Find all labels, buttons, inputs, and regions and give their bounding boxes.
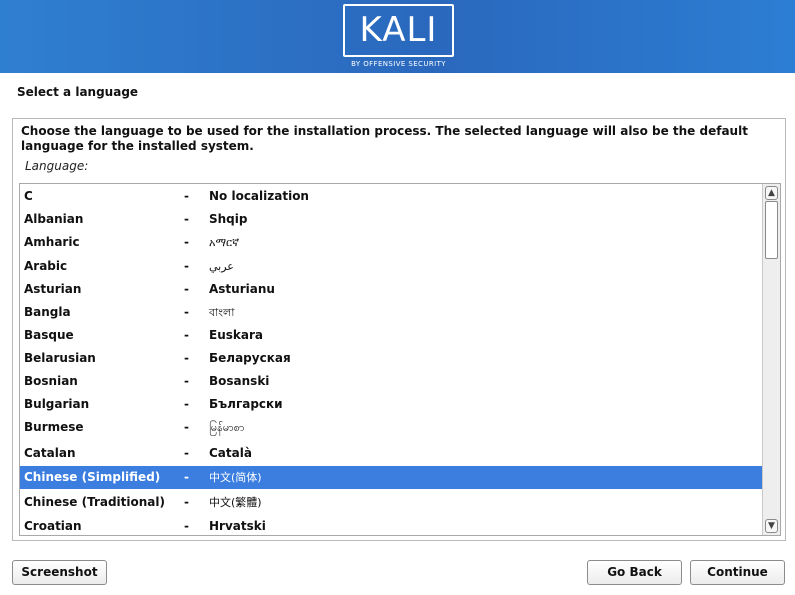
language-native-name: Euskara	[209, 328, 263, 342]
language-native-name: عربي	[209, 260, 234, 273]
language-separator: -	[184, 282, 189, 296]
language-separator: -	[184, 305, 189, 319]
language-native-name: Беларуская	[209, 351, 291, 365]
go-back-button[interactable]: Go Back	[587, 560, 682, 585]
language-native-name: አማርኛ	[209, 236, 240, 249]
language-native-name: Asturianu	[209, 282, 275, 296]
continue-button[interactable]: Continue	[690, 560, 785, 585]
language-name: Burmese	[24, 420, 84, 434]
language-name: C	[24, 189, 33, 203]
language-row[interactable]: C - No localization	[20, 185, 762, 208]
language-name: Amharic	[24, 235, 80, 249]
language-separator: -	[184, 259, 189, 273]
language-row[interactable]: Amharic - አማርኛ	[20, 231, 762, 254]
language-row[interactable]: Catalan - Català	[20, 442, 762, 465]
header-banner: KALI BY OFFENSIVE SECURITY	[0, 0, 795, 73]
language-native-name: 中文(简体)	[209, 471, 262, 484]
language-native-name: Shqip	[209, 212, 248, 226]
page-title: Select a language	[17, 85, 139, 99]
language-native-name: 中文(繁體)	[209, 496, 262, 509]
language-native-name: Català	[209, 446, 252, 460]
vertical-scrollbar[interactable]: ▲ ▼	[762, 184, 780, 535]
scroll-thumb[interactable]	[765, 201, 778, 259]
language-separator: -	[184, 189, 189, 203]
language-name: Basque	[24, 328, 74, 342]
language-separator: -	[184, 351, 189, 365]
language-row[interactable]: Bosnian - Bosanski	[20, 370, 762, 393]
language-row[interactable]: Basque - Euskara	[20, 324, 762, 347]
language-name: Croatian	[24, 519, 82, 533]
language-list[interactable]: ▲ ▼ C - No localization Albanian - Shqip Amhar…	[19, 183, 781, 536]
language-row[interactable]: Arabic - عربي	[20, 255, 762, 278]
language-name: Catalan	[24, 446, 76, 460]
kali-logo-subtitle: BY OFFENSIVE SECURITY	[351, 60, 446, 68]
language-name: Bangla	[24, 305, 71, 319]
language-native-name: Български	[209, 397, 283, 411]
language-name: Asturian	[24, 282, 82, 296]
language-native-name: မြန်မာစာ	[209, 421, 245, 434]
language-name: Belarusian	[24, 351, 96, 365]
language-row[interactable]: Bangla - বাংলা	[20, 301, 762, 324]
language-row[interactable]: Chinese (Traditional) - 中文(繁體)	[20, 491, 762, 514]
language-separator: -	[184, 470, 189, 484]
language-row[interactable]: Bulgarian - Български	[20, 393, 762, 416]
language-name: Chinese (Simplified)	[24, 470, 161, 484]
language-name: Albanian	[24, 212, 84, 226]
language-separator: -	[184, 446, 189, 460]
language-native-name: বাংলা	[209, 306, 235, 319]
language-native-name: No localization	[209, 189, 309, 203]
screenshot-button[interactable]: Screenshot	[12, 560, 107, 585]
language-separator: -	[184, 374, 189, 388]
language-separator: -	[184, 235, 189, 249]
language-row[interactable]: Croatian - Hrvatski	[20, 515, 762, 535]
language-row[interactable]: Burmese - မြန်မာစာ	[20, 416, 762, 439]
language-separator: -	[184, 495, 189, 509]
language-separator: -	[184, 212, 189, 226]
language-row[interactable]: Belarusian - Беларуская	[20, 347, 762, 370]
language-native-name: Bosanski	[209, 374, 270, 388]
language-separator: -	[184, 397, 189, 411]
language-name: Chinese (Traditional)	[24, 495, 166, 509]
language-row[interactable]: Albanian - Shqip	[20, 208, 762, 231]
language-row[interactable]: Asturian - Asturianu	[20, 278, 762, 301]
language-separator: -	[184, 328, 189, 342]
language-name: Bosnian	[24, 374, 78, 388]
language-name: Bulgarian	[24, 397, 90, 411]
kali-logo: KALI	[343, 4, 454, 57]
language-panel: Choose the language to be used for the i…	[12, 118, 786, 541]
instructions-text: Choose the language to be used for the i…	[21, 124, 748, 153]
language-native-name: Hrvatski	[209, 519, 266, 533]
scroll-down-icon[interactable]: ▼	[765, 519, 778, 533]
language-field-label: Language:	[25, 159, 89, 173]
language-separator: -	[184, 519, 189, 533]
language-row[interactable]: Chinese (Simplified) - 中文(简体)	[20, 466, 762, 489]
scroll-up-icon[interactable]: ▲	[765, 186, 778, 200]
language-separator: -	[184, 420, 189, 434]
language-name: Arabic	[24, 259, 68, 273]
